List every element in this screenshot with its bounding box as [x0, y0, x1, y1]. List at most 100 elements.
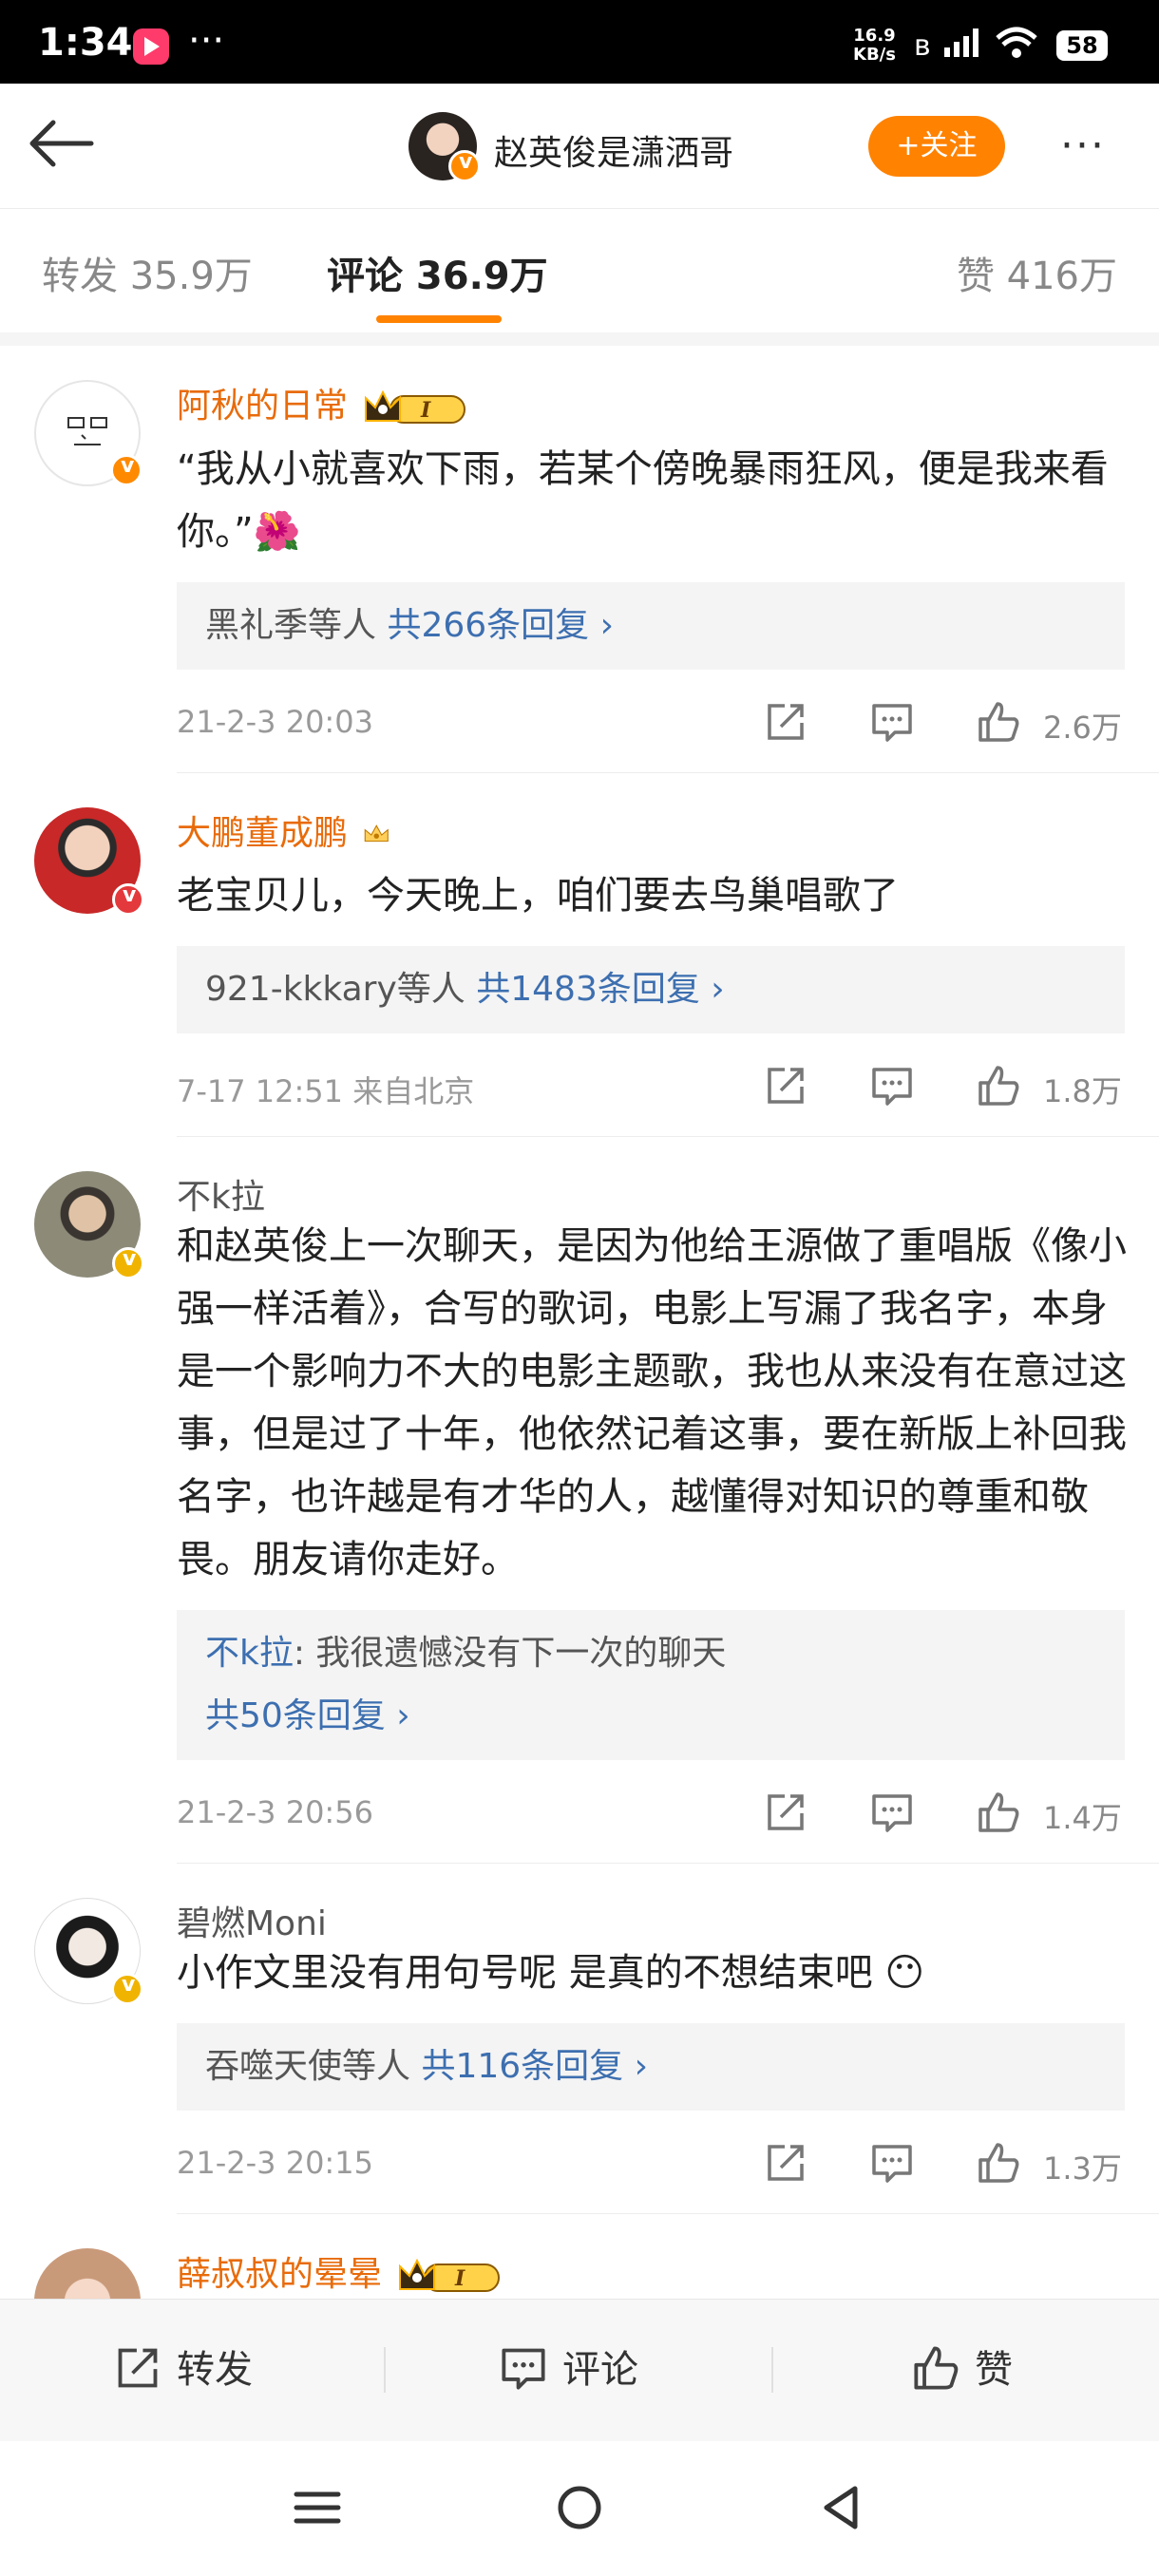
- comment-text: 小作文里没有用句号呢 是真的不想结束吧 😶: [177, 1951, 925, 1995]
- back-triangle-icon[interactable]: [813, 2479, 870, 2536]
- reply-summary[interactable]: 黑礼季等人 共266条回复 ›: [177, 581, 1125, 670]
- svg-text:ʙ: ʙ: [914, 29, 936, 63]
- battery-indicator: 58: [1056, 30, 1108, 61]
- comment-icon[interactable]: [870, 1790, 914, 1834]
- vip-crown-icon: I: [399, 2258, 501, 2292]
- comment-list: 阿秋的日常 I “我从小就喜欢下雨，若某个傍晚暴雨狂风，便是我来看你。”🌺 黑礼…: [0, 346, 1159, 2299]
- author-avatar[interactable]: [408, 112, 481, 182]
- comment-label: 评论: [562, 2348, 638, 2392]
- like-count: 1.8万: [1043, 1073, 1122, 1109]
- repost-label: 转发: [177, 2348, 253, 2392]
- commenter-avatar[interactable]: [34, 380, 142, 486]
- status-more-icon: ···: [188, 19, 225, 63]
- system-nav-bar: [0, 2441, 1159, 2576]
- network-speed: 16.9 KB/s: [853, 27, 896, 65]
- menu-icon[interactable]: [289, 2479, 346, 2536]
- comment-meta: 7-17 12:51 来自北京: [177, 1073, 475, 1109]
- svg-text:I: I: [454, 2266, 466, 2291]
- comment-item: 阿秋的日常 I “我从小就喜欢下雨，若某个傍晚暴雨狂风，便是我来看你。”🌺 黑礼…: [34, 346, 1159, 773]
- verified-badge-icon: [111, 1973, 143, 2005]
- like-icon[interactable]: [977, 700, 1020, 744]
- commenter-name[interactable]: 不k拉: [177, 1169, 265, 1217]
- video-app-icon: [133, 28, 169, 65]
- active-tab-indicator: [376, 315, 502, 323]
- comment-item: 不k拉 和赵英俊上一次聊天，是因为他给王源做了重唱版《像小强一样活着》，合写的歌…: [34, 1137, 1159, 1864]
- like-count: 2.6万: [1043, 709, 1122, 746]
- reply-preview: 不k拉: 我很遗憾没有下一次的聊天: [205, 1627, 1096, 1680]
- signal-wifi-icon: ʙ: [914, 27, 1037, 63]
- like-icon[interactable]: [977, 1790, 1020, 1834]
- comment-footer: 7-17 12:51 来自北京 1.8万: [177, 1033, 1159, 1136]
- back-arrow-icon[interactable]: [25, 112, 101, 175]
- reply-summary[interactable]: 不k拉: 我很遗憾没有下一次的聊天 共50条回复 ›: [177, 1610, 1125, 1760]
- verified-badge-icon: [110, 454, 142, 486]
- comment-icon[interactable]: [870, 2141, 914, 2185]
- comment-icon[interactable]: [870, 1064, 914, 1108]
- comment-button[interactable]: 评论: [500, 2339, 638, 2400]
- post-tabs: 转发 35.9万 评论 36.9万 赞 416万: [0, 209, 1159, 332]
- verified-badge-icon: [448, 150, 481, 182]
- comment-footer: 21-2-3 20:56 1.4万: [177, 1760, 1159, 1863]
- reply-users: 吞噬天使等人: [205, 2047, 411, 2086]
- repost-icon: [118, 2348, 158, 2388]
- reply-count-link[interactable]: 共266条回复 ›: [387, 606, 614, 645]
- more-options-icon[interactable]: ···: [1060, 122, 1106, 170]
- share-icon[interactable]: [764, 1064, 808, 1108]
- share-icon[interactable]: [764, 1790, 808, 1834]
- follow-button[interactable]: +关注: [868, 116, 1005, 177]
- divider: [771, 2347, 773, 2393]
- share-icon[interactable]: [764, 700, 808, 744]
- commenter-name[interactable]: 碧燃Moni: [177, 1896, 327, 1943]
- tab-repost[interactable]: 转发 35.9万: [42, 245, 253, 300]
- home-icon[interactable]: [551, 2479, 608, 2536]
- commenter-name[interactable]: 大鹏董成鹏: [177, 805, 348, 853]
- reply-preview-text: : 我很遗憾没有下一次的聊天: [293, 1634, 727, 1673]
- reply-summary[interactable]: 921-kkkary等人 共1483条回复 ›: [177, 946, 1125, 1033]
- like-count: 1.3万: [1043, 2150, 1122, 2187]
- comment-icon[interactable]: [870, 700, 914, 744]
- comment-text: “我从小就喜欢下雨，若某个傍晚暴雨狂风，便是我来看你。”🌺: [177, 446, 1109, 554]
- like-icon[interactable]: [977, 1064, 1020, 1108]
- like-count: 1.4万: [1043, 1800, 1122, 1836]
- reply-count-link[interactable]: 共50条回复 ›: [205, 1690, 1096, 1743]
- reply-count-link[interactable]: 共1483条回复 ›: [476, 970, 724, 1009]
- commenter-name[interactable]: 薛叔叔的晕晕: [177, 2246, 382, 2294]
- commenter-avatar[interactable]: [34, 1171, 144, 1279]
- tab-like[interactable]: 赞 416万: [957, 245, 1117, 300]
- status-bar: 1:34 ··· 16.9 KB/s ʙ 58: [0, 0, 1159, 84]
- comment-meta: 21-2-3 20:03: [177, 703, 373, 740]
- reply-summary[interactable]: 吞噬天使等人 共116条回复 ›: [177, 2023, 1125, 2111]
- like-icon[interactable]: [977, 2141, 1020, 2185]
- comment-footer: 21-2-3 20:15 1.3万: [177, 2111, 1159, 2213]
- tab-comment[interactable]: 评论 36.9万: [327, 245, 548, 300]
- network-speed-value: 16.9: [853, 26, 896, 46]
- commenter-name[interactable]: 阿秋的日常: [177, 378, 348, 426]
- commenter-avatar[interactable]: [34, 806, 144, 916]
- network-speed-unit: KB/s: [853, 45, 896, 65]
- reply-users: 黑礼季等人: [205, 605, 377, 645]
- divider: [0, 332, 1159, 346]
- commenter-avatar[interactable]: [34, 1898, 143, 2005]
- comment-item: 碧燃Moni 小作文里没有用句号呢 是真的不想结束吧 😶 吞噬天使等人 共116…: [34, 1864, 1159, 2214]
- author-name[interactable]: 赵英俊是潇洒哥: [494, 125, 733, 175]
- verified-badge-icon: [112, 882, 144, 916]
- svg-text:I: I: [420, 398, 431, 423]
- like-icon: [914, 2346, 959, 2390]
- comment-footer: 21-2-3 20:03 2.6万: [177, 670, 1159, 772]
- vip-crown-icon: [364, 824, 389, 843]
- comment-text: 和赵英俊上一次聊天，是因为他给王源做了重唱版《像小强一样活着》，合写的歌词，电影…: [177, 1224, 1127, 1582]
- like-button[interactable]: 赞: [912, 2339, 1013, 2400]
- comment-meta: 21-2-3 20:56: [177, 1794, 373, 1830]
- bottom-action-bar: 转发 评论 赞: [0, 2299, 1159, 2441]
- like-label: 赞: [975, 2348, 1013, 2392]
- reply-users: 921-kkkary等人: [205, 970, 466, 1009]
- reply-preview-name[interactable]: 不k拉: [205, 1634, 294, 1673]
- share-icon[interactable]: [764, 2141, 808, 2185]
- repost-button[interactable]: 转发: [114, 2339, 253, 2400]
- reply-count-link[interactable]: 共116条回复 ›: [421, 2047, 648, 2086]
- comment-item: 大鹏董成鹏 老宝贝儿，今天晚上，咱们要去鸟巢唱歌了 921-kkkary等人 共…: [34, 773, 1159, 1137]
- commenter-avatar[interactable]: [34, 2248, 141, 2299]
- comment-item: 薛叔叔的晕晕 I: [34, 2214, 1159, 2299]
- comment-icon: [502, 2348, 545, 2390]
- vip-crown-icon: I: [365, 389, 466, 424]
